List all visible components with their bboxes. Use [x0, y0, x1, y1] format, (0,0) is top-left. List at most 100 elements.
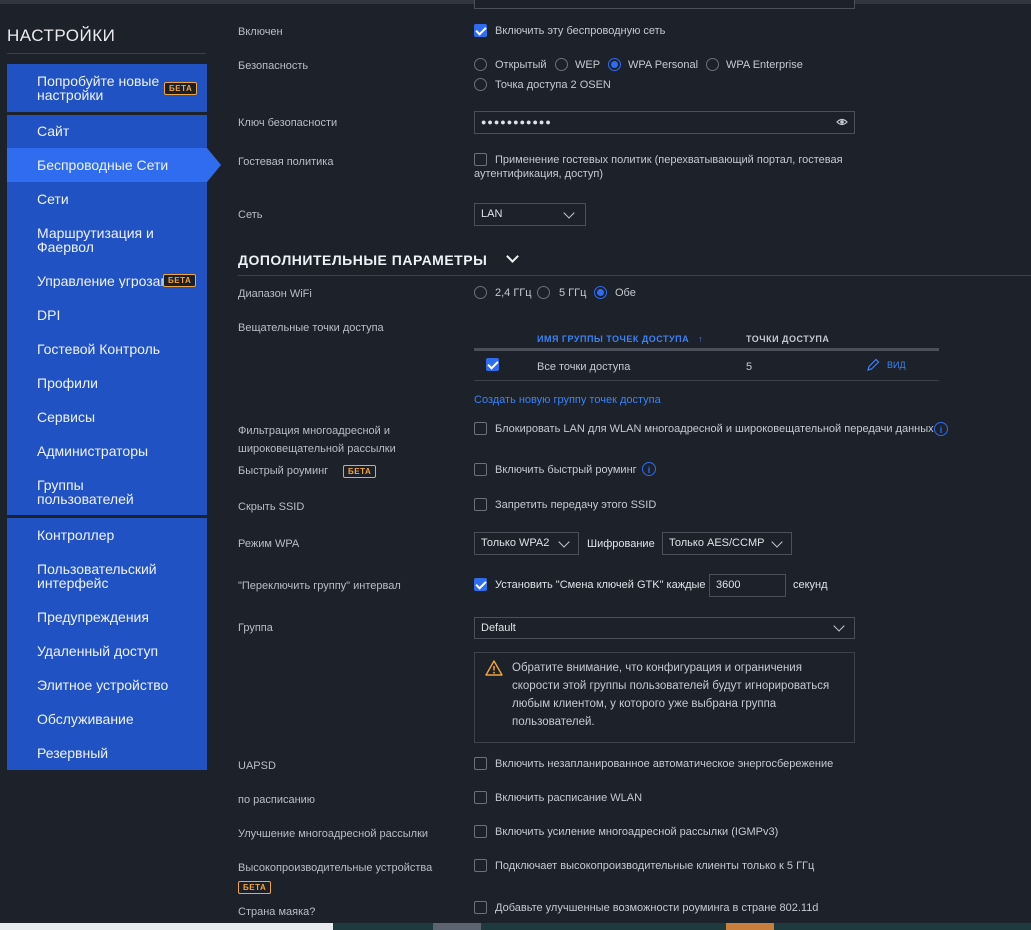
enabled-checkbox-label: Включить эту беспроводную сеть	[495, 25, 666, 37]
multicast-enhancement-checkbox-label: Включить усиление многоадресной рассылки…	[495, 826, 779, 838]
beacon-country-checkbox[interactable]	[474, 901, 487, 914]
ap-group-column-label: ИМЯ ГРУППЫ ТОЧЕК ДОСТУПА	[537, 334, 690, 344]
encryption-value: Только AES/CCMP	[669, 537, 765, 549]
fast-roaming-info-icon[interactable]: i	[642, 462, 656, 476]
threats-beta-badge: БЕТА	[163, 274, 197, 287]
security-wep-label: WEP	[575, 59, 601, 71]
sidebar-item-ui[interactable]: Пользовательский интерфейс	[37, 562, 167, 590]
wifi-band-label: Диапазон WiFi	[238, 288, 312, 300]
sidebar-item-admins[interactable]: Администраторы	[37, 444, 148, 458]
fast-roaming-beta-badge: БЕТА	[343, 465, 377, 478]
advanced-chevron-down-icon[interactable]	[506, 250, 519, 263]
show-password-icon[interactable]	[836, 117, 848, 127]
schedule-label: по расписанию	[238, 794, 316, 806]
uapsd-checkbox[interactable]	[474, 757, 487, 770]
previous-field-edge	[474, 0, 855, 9]
security-wpa-personal-radio[interactable]	[608, 58, 621, 71]
sidebar-item-profiles[interactable]: Профили	[37, 376, 98, 390]
sidebar-item-backup[interactable]: Резервный	[37, 746, 108, 760]
security-hotspot-radio[interactable]	[474, 78, 487, 91]
sidebar-item-guest-control[interactable]: Гостевой Контроль	[37, 342, 160, 356]
sidebar-item-remote[interactable]: Удаленный доступ	[37, 644, 158, 658]
sidebar-item-routing[interactable]: Маршрутизация и Фаервол	[37, 226, 177, 254]
enabled-checkbox[interactable]	[474, 24, 487, 37]
high-perf-beta-badge: БЕТА	[238, 881, 272, 894]
sidebar-item-maintenance[interactable]: Обслуживание	[37, 712, 134, 726]
ap-group-name: Все точки доступа	[537, 361, 631, 373]
multicast-filter-checkbox-label: Блокировать LAN для WLAN многоадресной и…	[495, 423, 934, 435]
sidebar-divider	[7, 53, 206, 54]
band-both-label: Обе	[615, 287, 636, 299]
gtk-interval-checkbox-label: Установить "Смена ключей GTK" каждые	[495, 579, 706, 591]
security-label: Безопасность	[238, 60, 309, 72]
multicast-filter-checkbox[interactable]	[474, 422, 487, 435]
sidebar-item-user-groups[interactable]: Группы пользователей	[37, 478, 157, 506]
guest-policy-checkbox-label-2: аутентификация, доступ)	[474, 168, 603, 180]
sidebar-item-elite[interactable]: Элитное устройство	[37, 678, 168, 692]
fast-roaming-label: Быстрый роуминг	[238, 465, 329, 477]
security-open-label: Открытый	[495, 59, 547, 71]
threats-label: Управление угрозами	[37, 274, 163, 288]
wpa-mode-value: Только WPA2	[481, 537, 550, 549]
gtk-interval-input[interactable]: 3600	[709, 574, 786, 597]
taskbar-strip-gray	[433, 923, 481, 930]
high-perf-checkbox[interactable]	[474, 859, 487, 872]
fast-roaming-checkbox[interactable]	[474, 463, 487, 476]
sidebar-title: НАСТРОЙКИ	[7, 26, 116, 45]
guest-policy-label: Гостевая политика	[238, 156, 334, 168]
hide-ssid-checkbox[interactable]	[474, 498, 487, 511]
group-warning-line-2: скорости этой группы пользователей будут…	[512, 680, 830, 692]
ap-group-count: 5	[746, 361, 753, 373]
sidebar-item-networks[interactable]: Сети	[37, 192, 69, 206]
aps-column-header: ТОЧКИ ДОСТУПА	[746, 334, 830, 344]
schedule-checkbox[interactable]	[474, 791, 487, 804]
promo-label: Попробуйте новые настройки	[37, 73, 160, 103]
warning-icon	[485, 660, 503, 676]
security-hotspot-label: Точка доступа 2 OSEN	[495, 79, 611, 91]
security-wpa-enterprise-radio[interactable]	[706, 58, 719, 71]
security-key-input[interactable]: ●●●●●●●●●●●	[474, 111, 855, 134]
band-24-radio[interactable]	[474, 286, 487, 299]
fast-roaming-checkbox-label: Включить быстрый роуминг	[495, 464, 637, 476]
group-label: Группа	[238, 622, 273, 634]
edit-pencil-icon[interactable]	[866, 358, 880, 372]
security-open-radio[interactable]	[474, 58, 487, 71]
multicast-info-icon[interactable]: i	[934, 422, 948, 436]
view-button[interactable]: ВИД	[887, 360, 906, 370]
ap-group-column-header[interactable]: ИМЯ ГРУППЫ ТОЧЕК ДОСТУПА ↑	[537, 334, 703, 344]
sidebar-item-controller[interactable]: Контроллер	[37, 528, 114, 542]
sidebar-item-services[interactable]: Сервисы	[37, 410, 95, 424]
promo-beta-badge: БЕТА	[164, 82, 198, 95]
sidebar-item-alerts[interactable]: Предупреждения	[37, 610, 149, 624]
group-warning-line-4: пользователей.	[512, 716, 595, 728]
band-5-label: 5 ГГц	[559, 287, 587, 299]
beacon-country-checkbox-label: Добавьте улучшенные возможности роуминга…	[495, 902, 819, 914]
encryption-label: Шифрование	[587, 538, 655, 550]
beacon-country-label: Страна маяка?	[238, 906, 316, 918]
security-wep-radio[interactable]	[555, 58, 568, 71]
gtk-interval-unit: секунд	[793, 579, 828, 591]
guest-policy-checkbox[interactable]	[474, 153, 487, 166]
sidebar-item-site[interactable]: Сайт	[37, 124, 69, 138]
gtk-interval-checkbox[interactable]	[474, 578, 487, 591]
multicast-enhancement-label: Улучшение многоадресной рассылки	[238, 828, 429, 840]
network-label: Сеть	[238, 209, 263, 221]
security-wpa-enterprise-label: WPA Enterprise	[726, 59, 803, 71]
sidebar-item-wireless[interactable]: Беспроводные Сети	[37, 158, 168, 172]
guest-policy-checkbox-label-1: Применение гостевых политик (перехватыва…	[495, 154, 843, 166]
create-ap-group-link[interactable]: Создать новую группу точек доступа	[474, 394, 661, 406]
sidebar-promo[interactable]: Попробуйте новые настройки БЕТА	[7, 64, 207, 112]
sidebar-item-threats[interactable]: Управление угрозами	[37, 274, 163, 288]
band-5-radio[interactable]	[537, 286, 550, 299]
sidebar-item-dpi[interactable]: DPI	[37, 308, 60, 322]
multicast-enhancement-checkbox[interactable]	[474, 825, 487, 838]
ap-group-row-checkbox[interactable]	[486, 358, 499, 371]
taskbar-strip-light	[0, 923, 333, 930]
uapsd-checkbox-label: Включить незапланированное автоматическо…	[495, 758, 834, 770]
advanced-section-title[interactable]: ДОПОЛНИТЕЛЬНЫЕ ПАРАМЕТРЫ	[238, 252, 487, 268]
band-both-radio[interactable]	[594, 286, 607, 299]
group-warning-line-3: любым клиентом, у которого уже выбрана г…	[512, 698, 777, 710]
group-select[interactable]: Default	[474, 617, 855, 639]
multicast-filter-label-2: широковещательной рассылки	[238, 443, 396, 455]
hide-ssid-checkbox-label: Запретить передачу этого SSID	[495, 499, 657, 511]
